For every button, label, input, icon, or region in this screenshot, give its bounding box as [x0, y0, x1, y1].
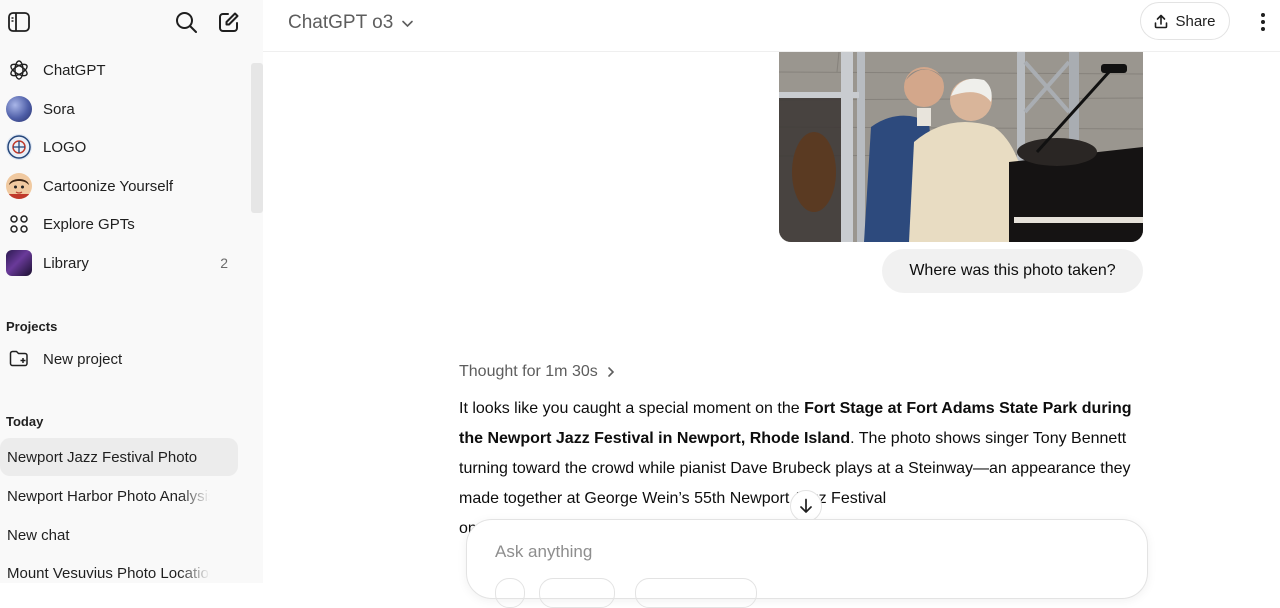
- logo-gpt-avatar-icon: [6, 134, 32, 160]
- sidebar-item-label: Sora: [43, 100, 75, 118]
- chat-item[interactable]: Mount Vesuvius Photo Location: [0, 554, 238, 583]
- sidebar-item-label: Cartoonize Yourself: [43, 177, 174, 195]
- arrow-down-icon: [799, 498, 813, 514]
- chevron-down-icon: [401, 17, 414, 30]
- sidebar-item-label: ChatGPT: [43, 61, 106, 79]
- chevron-right-icon: [606, 366, 616, 378]
- user-message-bubble: Where was this photo taken?: [882, 249, 1143, 293]
- library-count: 2: [220, 255, 228, 271]
- chat-item-label: Newport Harbor Photo Analysis: [7, 487, 210, 505]
- new-chat-icon[interactable]: [216, 9, 242, 35]
- thought-label: Thought for 1m 30s: [459, 363, 598, 380]
- prompt-input[interactable]: [493, 538, 1097, 566]
- library-thumbnail-icon: [6, 250, 32, 276]
- sidebar-scrollbar[interactable]: [251, 63, 263, 213]
- today-heading: Today: [6, 414, 44, 429]
- chat-item[interactable]: New chat: [0, 516, 238, 554]
- sidebar-header: [0, 0, 263, 44]
- sidebar-item-label: Library: [43, 254, 89, 272]
- model-selector[interactable]: ChatGPT o3: [288, 8, 414, 38]
- scroll-to-bottom-button[interactable]: [790, 490, 822, 522]
- new-project-label: New project: [43, 350, 123, 368]
- share-icon: [1154, 14, 1168, 29]
- uploaded-photo[interactable]: [779, 52, 1143, 242]
- message-composer: [466, 519, 1148, 608]
- sidebar-item-sora[interactable]: Sora: [0, 91, 238, 127]
- cartoon-avatar-icon: [6, 173, 32, 199]
- chat-item-label: Newport Jazz Festival Photo: [7, 448, 198, 466]
- openai-logo-icon: [6, 57, 32, 83]
- sidebar-item-explore-gpts[interactable]: Explore GPTs: [0, 206, 238, 242]
- chat-item-label: Mount Vesuvius Photo Location: [7, 564, 210, 582]
- model-name: ChatGPT o3: [288, 12, 394, 33]
- sidebar-item-chatgpt[interactable]: ChatGPT: [0, 52, 238, 88]
- sidebar-item-label: LOGO: [43, 138, 87, 156]
- grid-icon: [6, 211, 32, 237]
- user-message-text: Where was this photo taken?: [909, 262, 1116, 279]
- share-button[interactable]: Share: [1140, 2, 1230, 40]
- search-icon[interactable]: [173, 9, 199, 35]
- sora-avatar-icon: [6, 96, 32, 122]
- response-text: It looks like you caught a special momen…: [459, 400, 805, 417]
- sidebar-item-library[interactable]: Library 2: [0, 245, 238, 281]
- top-bar: ChatGPT o3 Share: [263, 0, 1280, 52]
- sidebar-item-logo[interactable]: LOGO: [0, 129, 238, 165]
- sidebar-item-label: Explore GPTs: [43, 215, 135, 233]
- sidebar-item-cartoonize[interactable]: Cartoonize Yourself: [0, 168, 238, 204]
- chat-item-label: New chat: [7, 526, 70, 544]
- chat-item[interactable]: Newport Harbor Photo Analysis: [0, 477, 238, 515]
- thought-toggle[interactable]: Thought for 1m 30s: [459, 361, 616, 383]
- sidebar: ChatGPT Sora LOGO Cartoonize Yourself Ex…: [0, 0, 263, 583]
- projects-heading: Projects: [6, 319, 58, 334]
- more-options-icon[interactable]: [1253, 8, 1273, 36]
- share-label: Share: [1175, 12, 1216, 30]
- toggle-sidebar-icon[interactable]: [7, 10, 31, 34]
- new-project-button[interactable]: New project: [0, 341, 238, 377]
- new-folder-icon: [6, 346, 32, 372]
- chat-item[interactable]: Newport Jazz Festival Photo: [0, 438, 238, 476]
